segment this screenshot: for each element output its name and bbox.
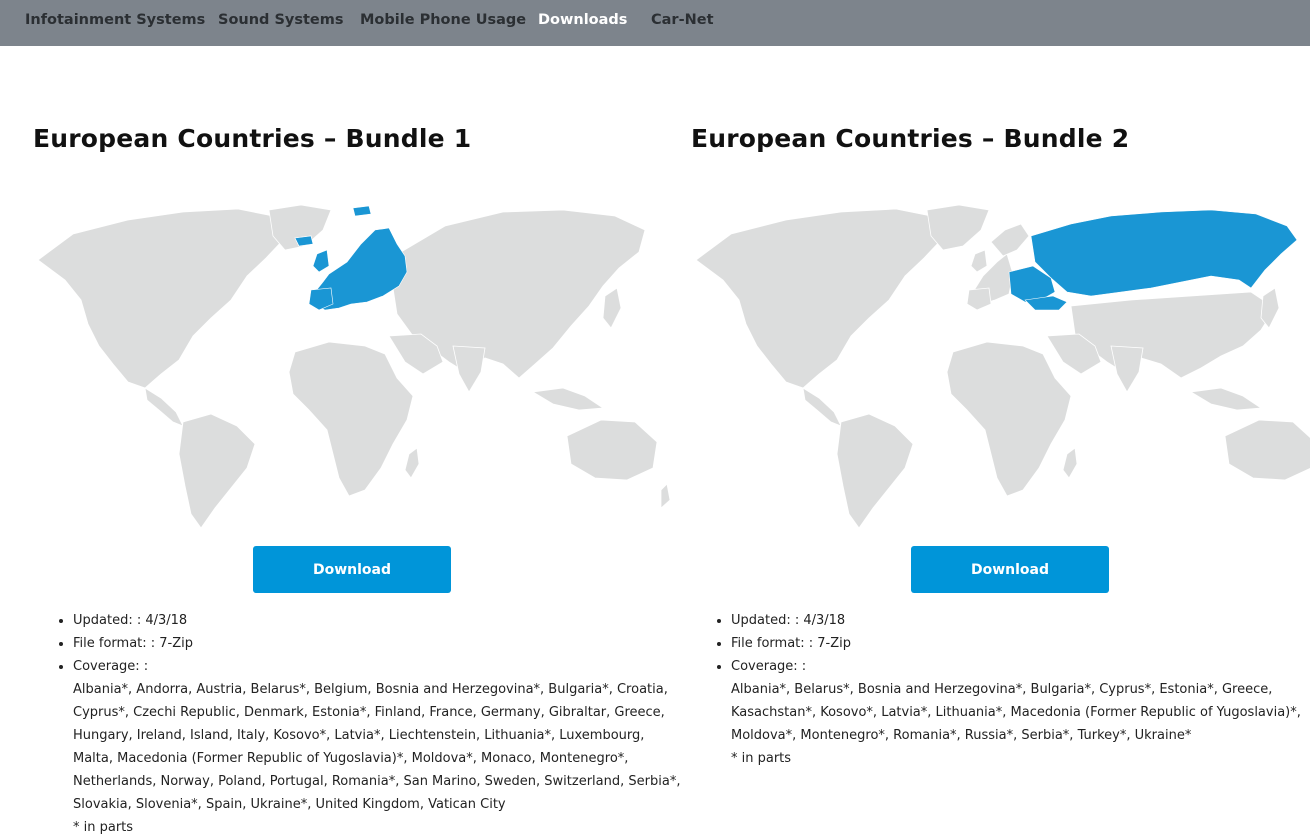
coverage-line: Malta, Macedonia (Former Republic of Yug…: [73, 751, 629, 766]
coverage-line: Kasachstan*, Kosovo*, Latvia*, Lithuania…: [731, 705, 1301, 720]
bundle-title: European Countries – Bundle 2: [691, 124, 1130, 153]
file-format-item: File format: : 7-Zip: [73, 632, 713, 655]
coverage-line: Albania*, Andorra, Austria, Belarus*, Be…: [73, 682, 668, 697]
world-map-eastern-europe-russia-highlight-icon: [695, 204, 1310, 529]
bundle-title: European Countries – Bundle 1: [33, 124, 472, 153]
coverage-item: Coverage: : Albania*, Andorra, Austria, …: [73, 655, 713, 839]
coverage-line: Albania*, Belarus*, Bosnia and Herzegovi…: [731, 682, 1273, 697]
world-map-europe-highlight-icon: [37, 204, 671, 529]
coverage-line: Netherlands, Norway, Poland, Portugal, R…: [73, 774, 681, 789]
coverage-note: * in parts: [731, 751, 792, 766]
file-format-item: File format: : 7-Zip: [731, 632, 1310, 655]
coverage-item: Coverage: : Albania*, Belarus*, Bosnia a…: [731, 655, 1310, 770]
updated-item: Updated: : 4/3/18: [731, 609, 1310, 632]
coverage-label: Coverage: :: [731, 659, 807, 674]
bundle-details-list: Updated: : 4/3/18 File format: : 7-Zip C…: [691, 609, 1310, 770]
coverage-line: Hungary, Ireland, Island, Italy, Kosovo*…: [73, 728, 645, 743]
coverage-label: Coverage: :: [73, 659, 149, 674]
bundle-card-1: European Countries – Bundle 1 Download •…: [0, 0, 680, 835]
coverage-line: Slovakia, Slovenia*, Spain, Ukraine*, Un…: [73, 797, 506, 812]
coverage-line: Moldova*, Montenegro*, Romania*, Russia*…: [731, 728, 1192, 743]
updated-item: Updated: : 4/3/18: [73, 609, 713, 632]
coverage-line: Cyprus*, Czechi Republic, Denmark, Eston…: [73, 705, 665, 720]
coverage-note: * in parts: [73, 820, 134, 835]
download-button[interactable]: Download: [253, 546, 451, 593]
bundle-card-2: European Countries – Bundle 2 Download •…: [658, 0, 1310, 834]
download-button[interactable]: Download: [911, 546, 1109, 593]
bundle-details-list: Updated: : 4/3/18 File format: : 7-Zip C…: [33, 609, 713, 839]
